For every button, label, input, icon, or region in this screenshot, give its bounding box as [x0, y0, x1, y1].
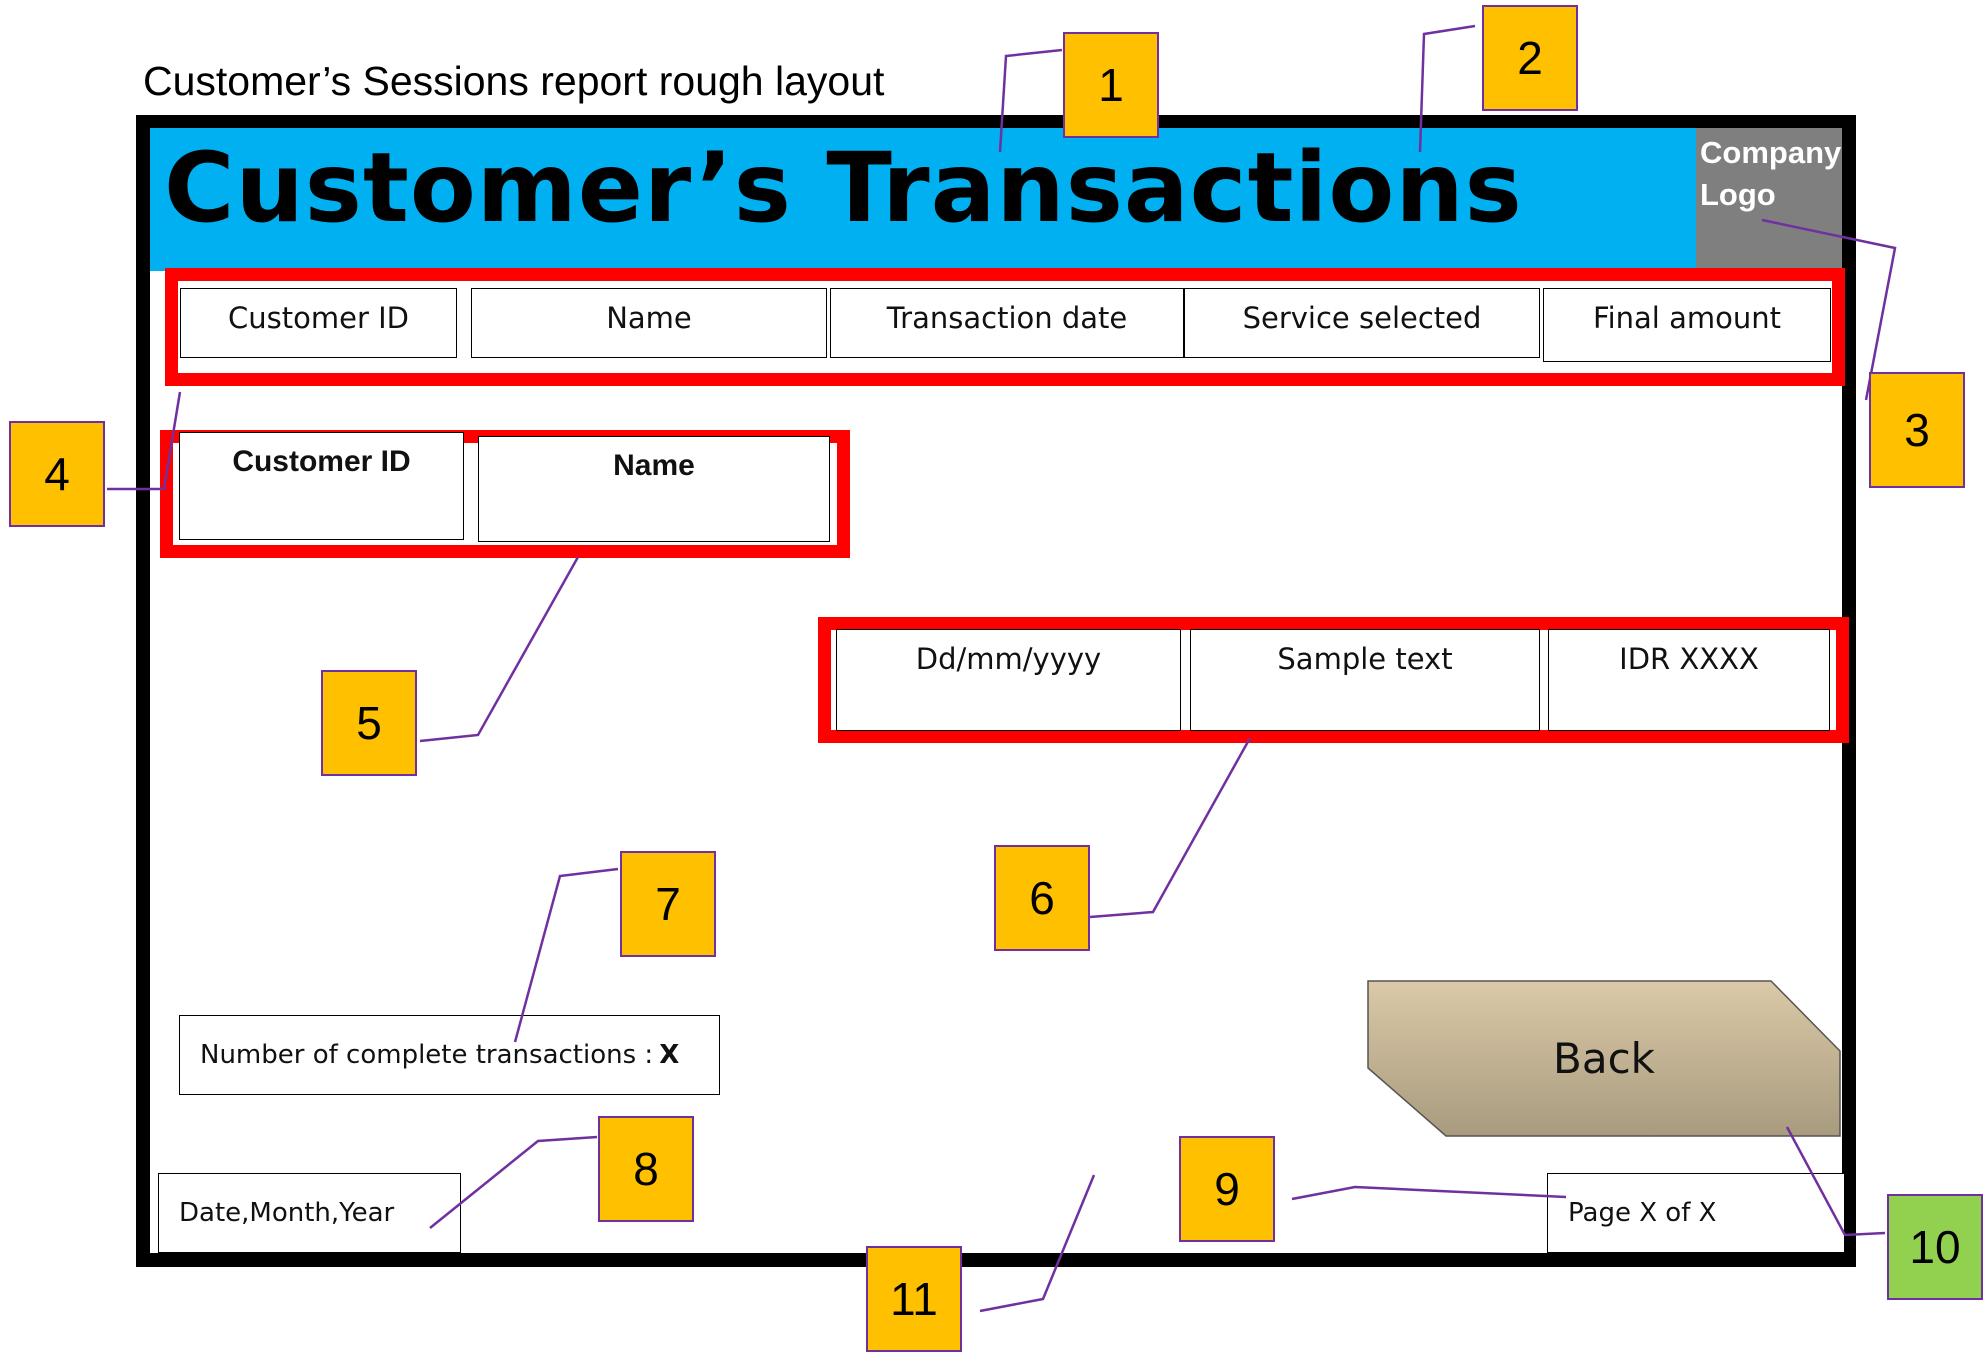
callout-3: 3	[1869, 372, 1965, 488]
callout-7: 7	[620, 851, 716, 957]
callout-8: 8	[598, 1116, 694, 1222]
callout-1: 1	[1063, 32, 1159, 138]
callout-5: 5	[321, 670, 417, 776]
callout-11: 11	[866, 1246, 962, 1352]
callout-6: 6	[994, 845, 1090, 951]
leader-line-1	[998, 48, 1063, 153]
leader-line-4	[107, 391, 182, 491]
callout-9: 9	[1179, 1136, 1275, 1242]
callout-4: 4	[9, 421, 105, 527]
leader-line-9	[1291, 1185, 1567, 1201]
callout-2: 2	[1482, 5, 1578, 111]
callout-leader-lines	[107, 24, 1897, 1313]
leader-line-7	[513, 867, 619, 1043]
leader-line-11	[979, 1174, 1096, 1313]
leader-line-6	[1089, 737, 1252, 919]
leader-line-5	[419, 556, 580, 743]
leader-line-8	[429, 1135, 598, 1229]
leader-line-10	[1785, 1126, 1886, 1237]
callout-10: 10	[1887, 1194, 1983, 1300]
leader-line-2	[1418, 24, 1476, 153]
